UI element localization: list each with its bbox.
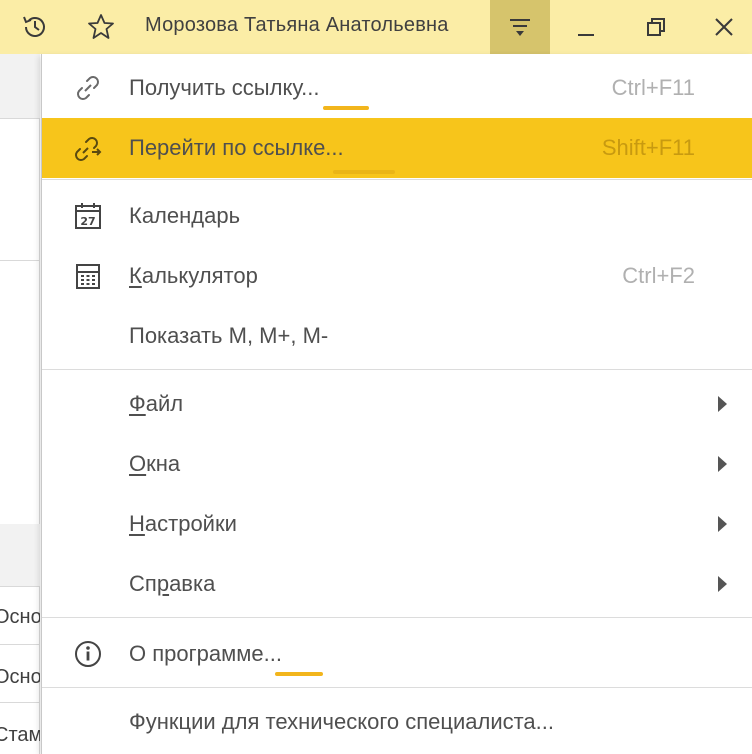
shortcut-label: Ctrl+F11	[611, 75, 695, 100]
menu-separator	[42, 617, 752, 618]
menu-item-label: Калькулятор	[129, 263, 258, 288]
background-divider	[0, 702, 40, 703]
menu-item-label: Настройки	[129, 511, 237, 536]
menu-item-label: Перейти по ссылке...	[129, 135, 344, 160]
menu-item-about[interactable]: О программе...	[42, 624, 752, 684]
title-bar: Морозова Татьяна Анатольевна	[0, 0, 752, 54]
submenu-arrow-icon	[718, 456, 727, 472]
maximize-icon[interactable]	[635, 6, 677, 48]
menu-item-label: Показать M, M+, M-	[129, 323, 329, 348]
menu-item-label: Справка	[129, 571, 216, 596]
svg-text:27: 27	[80, 215, 95, 228]
menu-item-calculator[interactable]: Калькулятор Ctrl+F2	[42, 246, 752, 306]
calendar-icon: 27	[70, 198, 106, 234]
link-icon	[70, 70, 106, 106]
calculator-icon	[70, 258, 106, 294]
background-divider	[0, 118, 40, 119]
menu-item-go-link[interactable]: Перейти по ссылке... Shift+F11	[42, 118, 752, 178]
shortcut-label: Shift+F11	[601, 135, 695, 160]
menu-item-label: Календарь	[129, 203, 241, 228]
background-divider	[0, 644, 40, 645]
underline-marker	[275, 672, 323, 676]
menu-icon	[510, 19, 530, 36]
menu-item-label: Получить ссылку...	[129, 75, 320, 100]
menu-item-label: Окна	[129, 451, 181, 476]
underline-marker	[333, 170, 395, 174]
info-icon	[70, 636, 106, 672]
menu-item-file[interactable]: Файл	[42, 374, 752, 434]
history-icon[interactable]	[14, 6, 56, 48]
menu-item-show-memory[interactable]: Показать M, M+, M-	[42, 306, 752, 366]
minimize-icon[interactable]	[565, 6, 607, 48]
menu-item-get-link[interactable]: Получить ссылку... Ctrl+F11	[42, 58, 752, 118]
menu-item-tech-functions[interactable]: Функции для технического специалиста...	[42, 692, 752, 752]
menu-separator	[42, 179, 752, 180]
background-row-text: Стам	[0, 724, 40, 746]
menu-separator	[42, 369, 752, 370]
background-header-band	[0, 54, 40, 118]
menu-item-calendar[interactable]: 27 Календарь	[42, 186, 752, 246]
background-divider	[0, 586, 40, 587]
submenu-arrow-icon	[718, 576, 727, 592]
background-divider	[0, 260, 40, 261]
submenu-arrow-icon	[718, 396, 727, 412]
submenu-arrow-icon	[718, 516, 727, 532]
menu-item-windows[interactable]: Окна	[42, 434, 752, 494]
menu-separator	[42, 687, 752, 688]
user-name[interactable]: Морозова Татьяна Анатольевна	[145, 0, 449, 54]
menu-item-label: Функции для технического специалиста...	[129, 709, 555, 734]
background-row-text: Осно	[0, 606, 40, 628]
close-icon[interactable]	[703, 6, 745, 48]
main-menu-dropdown: Получить ссылку... Ctrl+F11 Перейти по с…	[41, 54, 752, 754]
menu-item-settings[interactable]: Настройки	[42, 494, 752, 554]
underline-marker	[323, 106, 369, 110]
shortcut-label: Ctrl+F2	[622, 263, 695, 288]
star-icon[interactable]	[80, 6, 122, 48]
main-menu-button[interactable]	[490, 0, 550, 54]
background-table-header	[0, 524, 40, 586]
menu-item-label: Файл	[129, 391, 184, 416]
menu-item-help[interactable]: Справка	[42, 554, 752, 614]
open-link-icon	[70, 130, 106, 166]
menu-item-label: О программе...	[129, 641, 282, 666]
background-row-text: Осно	[0, 666, 40, 688]
background-window: Осно Осно Стам	[0, 54, 40, 754]
